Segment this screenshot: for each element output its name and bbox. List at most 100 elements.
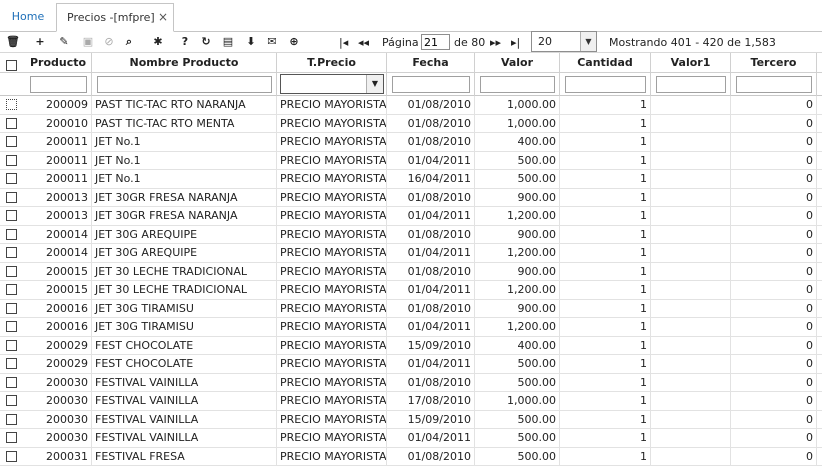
- delete-icon[interactable]: 🗑: [5, 34, 21, 50]
- table-row[interactable]: 200016 JET 30G TIRAMISU PRECIO MAYORISTA 01…: [0, 299, 822, 318]
- row-checkbox[interactable]: [6, 117, 17, 129]
- cell-valor1: [651, 355, 731, 373]
- row-checkbox[interactable]: [6, 191, 17, 203]
- cell-cantidad: 1: [560, 188, 651, 207]
- table-row[interactable]: 200014 JET 30G AREQUIPE PRECIO MAYORISTA 01…: [0, 225, 822, 244]
- table-row[interactable]: 200010 PAST TIC-TAC RTO MENTA PRECIO MAYOR…: [0, 114, 822, 133]
- pin-icon[interactable]: ⬇: [243, 34, 259, 50]
- edit-icon[interactable]: ✎: [56, 34, 72, 50]
- filter-cell-t-precio: ▼: [277, 73, 387, 96]
- cell-valor: 1,200.00: [475, 207, 560, 225]
- table-row[interactable]: 200011 JET No.1 PRECIO MAYORISTA 01/04/2011…: [0, 151, 822, 170]
- column-header-tercero[interactable]: Tercero: [731, 53, 817, 73]
- row-checkbox[interactable]: [6, 339, 17, 351]
- select-all-checkbox[interactable]: [6, 60, 17, 71]
- column-header-producto[interactable]: Producto: [25, 53, 92, 73]
- page-number-input[interactable]: [421, 34, 450, 50]
- mail-icon[interactable]: ✉: [264, 34, 280, 50]
- help-icon[interactable]: ?: [177, 34, 193, 50]
- column-header-t-precio[interactable]: T.Precio: [277, 53, 387, 73]
- row-checkbox[interactable]: [6, 136, 17, 147]
- table-row[interactable]: 200009 PAST TIC-TAC RTO NARANJA PRECIO MAY…: [0, 96, 822, 115]
- tab-home[interactable]: Home: [0, 3, 56, 31]
- row-checkbox[interactable]: [6, 321, 17, 332]
- row-checkbox[interactable]: [6, 413, 17, 425]
- add-circle-icon[interactable]: ⊕: [286, 34, 302, 50]
- filter-select-t-precio[interactable]: ▼: [280, 74, 384, 94]
- cell-nombre-producto: FEST CHOCOLATE: [92, 336, 277, 355]
- row-checkbox[interactable]: [6, 265, 17, 277]
- row-checkbox[interactable]: [6, 173, 17, 184]
- refresh-icon[interactable]: ↻: [198, 34, 214, 50]
- column-header-fecha[interactable]: Fecha: [387, 53, 475, 73]
- cell-tercero: 0: [731, 447, 817, 466]
- cell-producto: 200014: [25, 244, 92, 262]
- column-header-valor1[interactable]: Valor1: [651, 53, 731, 73]
- cell-tercero: 0: [731, 281, 817, 299]
- row-checkbox[interactable]: [6, 154, 17, 166]
- cell-tercero: 0: [731, 262, 817, 281]
- row-checkbox[interactable]: [6, 358, 17, 369]
- column-header-nombre-producto[interactable]: Nombre Producto: [92, 53, 277, 73]
- cell-cantidad: 1: [560, 133, 651, 151]
- prev-page-icon[interactable]: ◂◂: [358, 36, 369, 49]
- page-size-select[interactable]: 20 ▼: [531, 31, 597, 52]
- table-row[interactable]: 200011 JET No.1 PRECIO MAYORISTA 16/04/2011…: [0, 170, 822, 189]
- row-checkbox[interactable]: [6, 210, 17, 221]
- filter-input-tercero[interactable]: [736, 76, 812, 93]
- table-row[interactable]: 200015 JET 30 LECHE TRADICIONAL PRECIO MAY…: [0, 281, 822, 300]
- cell-t-precio: PRECIO MAYORISTA: [277, 170, 387, 188]
- row-checkbox[interactable]: [6, 450, 17, 462]
- cell-tercero: 0: [731, 299, 817, 318]
- filter-input-valor[interactable]: [480, 76, 555, 93]
- cell-tercero: 0: [731, 114, 817, 133]
- comment-icon[interactable]: ▤: [220, 34, 236, 50]
- row-checkbox[interactable]: [6, 376, 17, 388]
- table-row[interactable]: 200016 JET 30G TIRAMISU PRECIO MAYORISTA 01…: [0, 318, 822, 337]
- row-checkbox[interactable]: [6, 432, 17, 443]
- filter-input-producto[interactable]: [30, 76, 87, 93]
- table-row[interactable]: 200031 FESTIVAL FRESA PRECIO MAYORISTA 01/0…: [0, 447, 822, 466]
- cell-valor: 1,200.00: [475, 244, 560, 262]
- tab-precios[interactable]: Precios -[mfpre] ×: [56, 3, 174, 32]
- table-row[interactable]: 200029 FEST CHOCOLATE PRECIO MAYORISTA 01/0…: [0, 355, 822, 374]
- cell-producto: 200030: [25, 392, 92, 410]
- table-row[interactable]: 200030 FESTIVAL VAINILLA PRECIO MAYORISTA 1…: [0, 410, 822, 429]
- filter-input-nombre-producto[interactable]: [97, 76, 272, 93]
- table-row[interactable]: 200030 FESTIVAL VAINILLA PRECIO MAYORISTA 0…: [0, 429, 822, 448]
- next-page-icon[interactable]: ▸▸: [490, 36, 501, 49]
- table-row[interactable]: 200015 JET 30 LECHE TRADICIONAL PRECIO MAY…: [0, 262, 822, 281]
- row-checkbox[interactable]: [6, 99, 17, 110]
- row-checkbox[interactable]: [6, 395, 17, 406]
- filter-input-valor1[interactable]: [656, 76, 726, 93]
- cell-cantidad: 1: [560, 114, 651, 133]
- filter-cell-nombre-producto: [92, 73, 277, 96]
- row-checkbox[interactable]: [6, 302, 17, 314]
- filter-input-cantidad[interactable]: [565, 76, 646, 93]
- filter-input-fecha[interactable]: [392, 76, 470, 93]
- cell-producto: 200009: [25, 96, 92, 114]
- table-row[interactable]: 200030 FESTIVAL VAINILLA PRECIO MAYORISTA 0…: [0, 373, 822, 392]
- table-row[interactable]: 200011 JET No.1 PRECIO MAYORISTA 01/08/2010…: [0, 133, 822, 152]
- cell-nombre-producto: JET 30G AREQUIPE: [92, 244, 277, 262]
- cell-valor: 900.00: [475, 225, 560, 244]
- row-checkbox[interactable]: [6, 247, 17, 258]
- last-page-icon[interactable]: ▸|: [511, 36, 520, 49]
- row-checkbox[interactable]: [6, 228, 17, 240]
- cell-fecha: 01/04/2011: [387, 281, 475, 299]
- table-row[interactable]: 200013 JET 30GR FRESA NARANJA PRECIO MAYOR…: [0, 207, 822, 226]
- column-header-valor[interactable]: Valor: [475, 53, 560, 73]
- search-icon[interactable]: ⌕: [121, 34, 137, 50]
- gear-icon[interactable]: ✱: [150, 34, 166, 50]
- table-row[interactable]: 200013 JET 30GR FRESA NARANJA PRECIO MAYOR…: [0, 188, 822, 207]
- table-row[interactable]: 200030 FESTIVAL VAINILLA PRECIO MAYORISTA 1…: [0, 392, 822, 411]
- column-header-cantidad[interactable]: Cantidad: [560, 53, 651, 73]
- row-checkbox[interactable]: [6, 284, 17, 295]
- first-page-icon[interactable]: |◂: [339, 36, 348, 49]
- close-icon[interactable]: ×: [158, 4, 168, 31]
- cell-tercero: 0: [731, 225, 817, 244]
- add-icon[interactable]: +: [32, 34, 48, 50]
- table-row[interactable]: 200029 FEST CHOCOLATE PRECIO MAYORISTA 15/0…: [0, 336, 822, 355]
- cell-tercero: 0: [731, 355, 817, 373]
- table-row[interactable]: 200014 JET 30G AREQUIPE PRECIO MAYORISTA 01…: [0, 244, 822, 263]
